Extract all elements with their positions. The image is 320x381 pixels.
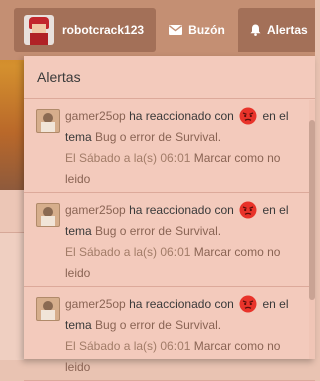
alert-thread-link[interactable]: Bug o error de Survival. xyxy=(95,318,221,332)
alert-time: El Sábado a la(s) 06:01 xyxy=(65,151,191,165)
alert-time: El Sábado a la(s) 06:01 xyxy=(65,245,191,259)
angry-face-icon xyxy=(239,201,257,219)
alerts-panel-title: Alertas xyxy=(24,56,315,99)
angry-face-icon xyxy=(239,295,257,313)
inbox-button[interactable]: Buzón xyxy=(160,8,234,52)
alert-item[interactable]: gamer25op ha reaccionado con en el tema … xyxy=(24,193,315,287)
alert-text: gamer25op ha reaccionado con en el tema … xyxy=(65,200,305,242)
angry-face-icon xyxy=(239,107,257,125)
alert-meta: El Sábado a la(s) 06:01 Marcar como no l… xyxy=(65,148,305,190)
alert-meta: El Sábado a la(s) 06:01 Marcar como no l… xyxy=(65,242,305,284)
username: robotcrack123 xyxy=(62,23,145,37)
alert-action: ha reaccionado con xyxy=(129,109,234,123)
avatar xyxy=(24,15,54,45)
alert-thread-link[interactable]: Bug o error de Survival. xyxy=(95,224,221,238)
bell-icon xyxy=(250,24,261,36)
envelope-icon xyxy=(169,25,183,35)
alerts-button[interactable]: Alertas xyxy=(238,8,315,52)
alert-user-avatar[interactable] xyxy=(36,203,60,227)
alert-username-link[interactable]: gamer25op xyxy=(65,109,126,123)
alerts-dropdown: Alertas gamer25op ha reaccionado con en … xyxy=(24,56,315,381)
user-menu-button[interactable]: robotcrack123 xyxy=(14,8,156,52)
inbox-label: Buzón xyxy=(188,23,225,37)
top-navbar: robotcrack123 Buzón Alertas xyxy=(0,0,315,60)
alert-item[interactable]: gamer25op ha reaccionado con en el tema … xyxy=(24,287,315,381)
alert-action: ha reaccionado con xyxy=(129,203,234,217)
background-content-box xyxy=(0,232,24,360)
alert-meta: El Sábado a la(s) 06:01 Marcar como no l… xyxy=(65,336,305,378)
alert-text: gamer25op ha reaccionado con en el tema … xyxy=(65,106,305,148)
scrollbar-thumb[interactable] xyxy=(309,120,315,300)
alert-action: ha reaccionado con xyxy=(129,297,234,311)
alert-username-link[interactable]: gamer25op xyxy=(65,203,126,217)
alert-time: El Sábado a la(s) 06:01 xyxy=(65,339,191,353)
alert-thread-link[interactable]: Bug o error de Survival. xyxy=(95,130,221,144)
alert-user-avatar[interactable] xyxy=(36,297,60,321)
alert-item[interactable]: gamer25op ha reaccionado con en el tema … xyxy=(24,99,315,193)
alerts-label: Alertas xyxy=(267,23,308,37)
alert-username-link[interactable]: gamer25op xyxy=(65,297,126,311)
alert-user-avatar[interactable] xyxy=(36,109,60,133)
alert-text: gamer25op ha reaccionado con en el tema … xyxy=(65,294,305,336)
